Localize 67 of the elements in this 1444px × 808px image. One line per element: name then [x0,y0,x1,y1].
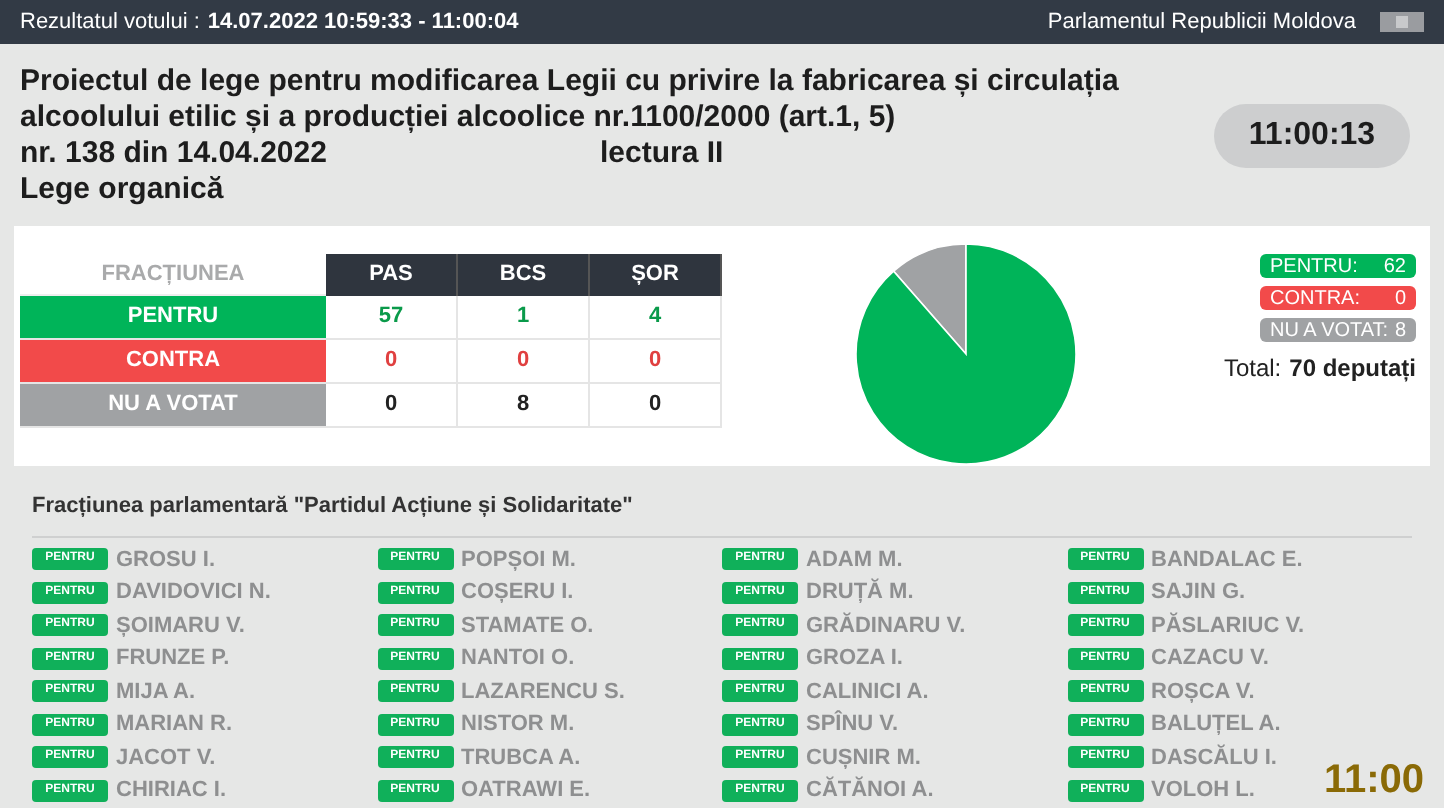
deputy-name: NANTOI O. [461,646,575,671]
bill-number: nr. 138 din 14.04.2022 [20,136,329,172]
deputy-name: PĂSLARIUC V. [1151,613,1305,638]
deputy-name: SAJIN G. [1151,580,1246,605]
deputy-name: NISTOR M. [461,712,575,737]
deputy-name: DRUȚĂ M. [806,580,914,605]
deputy-name: BANDALAC E. [1151,547,1303,572]
deputy-name: CALINICI A. [806,679,929,704]
table-cell: 0 [590,384,722,426]
deputy-name: SPÎNU V. [806,712,899,737]
deputy-name: CĂTĂNOI A. [806,778,934,803]
deputy-name: GROSU I. [116,547,216,572]
law-type: Lege organică [20,172,226,208]
deputy-name: CHIRIAC I. [116,778,226,803]
legend-value: 62 [1383,253,1406,281]
deputy-name: JACOT V. [116,745,216,770]
deputy-name: BALUȚEL A. [1151,712,1281,737]
column-header: ȘOR [590,254,722,296]
legend-label: CONTRA: [1270,285,1360,313]
legend-value: 8 [1394,317,1406,345]
deputy-name: POPȘOI M. [461,547,576,572]
column-header: PAS [326,254,458,296]
deputy-name: ȘOIMARU V. [116,613,245,638]
deputy-name: COȘERU I. [461,580,574,605]
table-cell: 0 [458,340,590,382]
deputy-name: CAZACU V. [1151,646,1269,671]
broadcast-clock: 11:00 [1323,760,1424,800]
deputy-name: TRUBCA A. [461,745,581,770]
faction-title: Fracțiunea parlamentară "Partidul Acțiune și Solidaritate" [32,490,1412,537]
deputy-name: VOLOH L. [1151,778,1255,803]
deputy-name: ROȘCA V. [1151,679,1255,704]
deputy-name: GROZA I. [806,646,903,671]
total-value: 70 deputați [1289,352,1416,386]
flag-icon [1380,12,1424,32]
row-label: CONTRA [20,340,326,382]
total-label: Total: [1223,352,1282,386]
table-cell: 8 [458,384,590,426]
bill-title-line: Proiectul de lege pentru modificarea Legii cu privire la fabricarea și circulația [20,64,1121,100]
deputy-name: DASCĂLU I. [1151,745,1277,770]
table-cell: 0 [326,340,458,382]
bill-title-line: alcoolului etilic și a producției alcoolice nr.1100/2000 (art.1, 5) [20,100,898,136]
deputy-name: CUȘNIR M. [806,745,921,770]
vote-time: 14.07.2022 10:59:33 - 11:00:04 [207,7,519,38]
deputy-name: MIJA A. [116,679,196,704]
institution-name: Parlamentul Republicii Moldova [1047,7,1356,38]
row-label: PENTRU [20,296,326,338]
vote-label: Rezultatul votului : [20,7,200,38]
row-label: NU A VOTAT [20,384,326,426]
table-cell: 57 [326,296,458,338]
deputy-name: ADAM M. [806,547,903,572]
table-cell: 0 [326,384,458,426]
legend-value: 0 [1394,285,1406,313]
deputy-name: FRUNZE P. [116,646,230,671]
deputy-name: STAMATE O. [461,613,594,638]
legend-label: PENTRU: [1270,253,1358,281]
session-clock: 11:00:13 [1214,104,1410,168]
table-cell: 1 [458,296,590,338]
deputy-name: OATRAWI E. [461,778,591,803]
deputy-name: GRĂDINARU V. [806,613,966,638]
table-cell: 0 [590,340,722,382]
table-cell: 4 [590,296,722,338]
deputy-name: MARIAN R. [116,712,233,737]
deputy-name: LAZARENCU S. [461,679,625,704]
deputy-name: DAVIDOVICI N. [116,580,271,605]
reading-stage: lectura II [600,136,724,172]
legend-label: NU A VOTAT: [1270,317,1389,345]
column-header: BCS [458,254,590,296]
